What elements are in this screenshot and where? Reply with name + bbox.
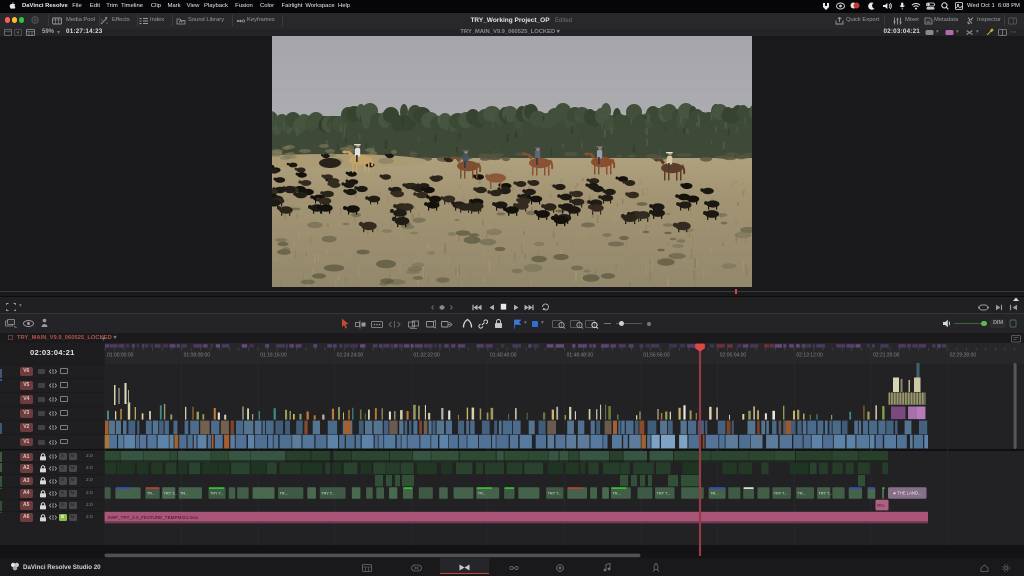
svg-text:01:08:08:00: 01:08:08:00 [184, 353, 211, 359]
svg-text:TRY T...: TRY T... [774, 492, 788, 496]
svg-text:02:13:12:00: 02:13:12:00 [796, 353, 823, 359]
svg-text:TRY T...: TRY T... [321, 492, 335, 496]
svg-text:02:29:28:00: 02:29:28:00 [950, 353, 977, 359]
svg-text:TRY T...: TRY T... [164, 492, 178, 496]
svg-text:TR...: TR... [180, 492, 188, 496]
svg-text:SWP_TRY_2.0_FEATURE_TEMPMIX1.m: SWP_TRY_2.0_FEATURE_TEMPMIX1.mov [108, 515, 199, 520]
svg-text:01:56:56:00: 01:56:56:00 [643, 353, 670, 359]
svg-text:TRY T...: TRY T... [657, 492, 671, 496]
svg-text:01:32:32:00: 01:32:32:00 [413, 353, 440, 359]
svg-text:TR...: TR... [478, 492, 486, 496]
svg-text:02:21:20:00: 02:21:20:00 [873, 353, 900, 359]
svg-text:01:40:40:00: 01:40:40:00 [490, 353, 517, 359]
svg-text:01:00:00:00: 01:00:00:00 [107, 353, 134, 359]
svg-text:TR...: TR... [798, 492, 806, 496]
svg-text:TR...: TR... [280, 492, 288, 496]
svg-text:02:05:04:00: 02:05:04:00 [720, 353, 747, 359]
svg-text:TRY T...: TRY T... [210, 492, 224, 496]
svg-text:TR...: TR... [147, 492, 155, 496]
svg-text:TR...: TR... [612, 492, 620, 496]
svg-text:01:16:16:00: 01:16:16:00 [260, 353, 287, 359]
svg-text:MIG..: MIG.. [877, 504, 886, 508]
svg-text:01:24:24:00: 01:24:24:00 [337, 353, 364, 359]
svg-text:◄ THE LAND...: ◄ THE LAND... [892, 491, 921, 496]
svg-text:TR...: TR... [710, 492, 718, 496]
svg-text:TRY T...: TRY T... [819, 492, 833, 496]
svg-text:TRY T...: TRY T... [548, 492, 562, 496]
svg-text:01:48:48:00: 01:48:48:00 [567, 353, 594, 359]
